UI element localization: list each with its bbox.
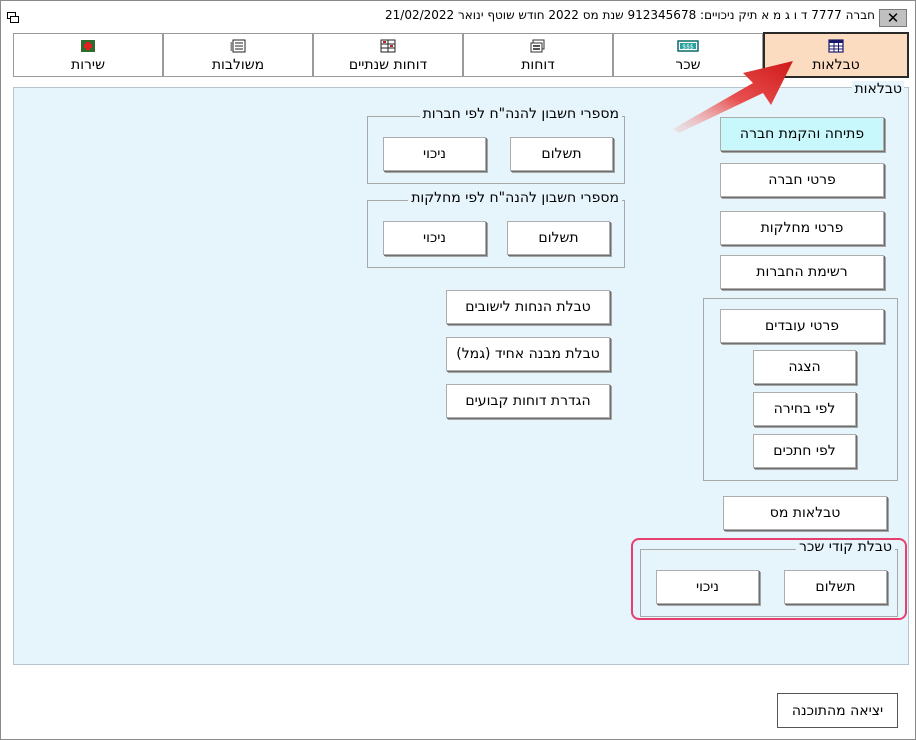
tab-tables-label: טבלאות bbox=[812, 57, 860, 73]
accounts-department-payment-button[interactable]: תשלום bbox=[507, 221, 610, 255]
employee-details-button[interactable]: פרטי עובדים bbox=[720, 309, 884, 343]
tab-reports[interactable]: דוחות bbox=[463, 33, 613, 77]
close-icon: ✕ bbox=[886, 9, 900, 27]
salary-icon: $$$ bbox=[677, 40, 699, 52]
tab-annual-reports-label: דוחות שנתיים bbox=[348, 57, 428, 73]
by-selection-button[interactable]: לפי בחירה bbox=[753, 392, 856, 426]
company-list-button[interactable]: רשימת החברות bbox=[720, 255, 884, 289]
settlement-discounts-button[interactable]: טבלת הנחות לישובים bbox=[446, 290, 610, 324]
panel-title: טבלאות bbox=[852, 81, 904, 97]
by-sections-button[interactable]: לפי חתכים bbox=[753, 434, 856, 468]
display-button[interactable]: הצגה bbox=[753, 350, 856, 384]
tax-tables-button[interactable]: טבלאות מס bbox=[723, 496, 887, 530]
service-icon bbox=[81, 40, 95, 52]
tab-service-label: שירות bbox=[71, 57, 105, 73]
accounts-company-payment-button[interactable]: תשלום bbox=[510, 137, 613, 171]
svg-text:$$$: $$$ bbox=[682, 44, 694, 51]
close-button[interactable]: ✕ bbox=[879, 9, 907, 27]
title-bar: חברה 7777 ד ו ג מ א תיק ניכויים: 9123456… bbox=[1, 1, 915, 31]
red-arrow-annotation bbox=[673, 61, 793, 133]
accounts-by-company-legend: מספרי חשבון להנה"ח לפי חברות bbox=[419, 106, 622, 122]
unified-structure-button[interactable]: טבלת מבנה אחיד (גמל) bbox=[446, 337, 610, 371]
app-icon bbox=[7, 12, 19, 23]
annual-reports-icon bbox=[380, 39, 396, 53]
tab-combined-label: משולבות bbox=[211, 57, 265, 73]
tab-service[interactable]: שירות bbox=[13, 33, 163, 77]
tab-combined[interactable]: משולבות bbox=[163, 33, 313, 77]
tab-reports-label: דוחות bbox=[521, 57, 555, 73]
table-icon bbox=[828, 39, 844, 53]
app-window: חברה 7777 ד ו ג מ א תיק ניכויים: 9123456… bbox=[0, 0, 916, 740]
department-details-button[interactable]: פרטי מחלקות bbox=[720, 211, 884, 245]
tab-annual-reports[interactable]: דוחות שנתיים bbox=[313, 33, 463, 77]
window-title: חברה 7777 ד ו ג מ א תיק ניכויים: 9123456… bbox=[385, 8, 875, 22]
accounts-by-department-legend: מספרי חשבון להנה"ח לפי מחלקות bbox=[408, 190, 622, 206]
accounts-department-deduction-button[interactable]: ניכוי bbox=[383, 221, 486, 255]
exit-button[interactable]: יציאה מהתוכנה bbox=[777, 693, 898, 728]
salary-codes-highlight bbox=[631, 538, 907, 620]
combined-icon bbox=[230, 39, 246, 53]
company-details-button[interactable]: פרטי חברה bbox=[720, 163, 884, 197]
reports-icon bbox=[530, 39, 545, 53]
accounts-company-deduction-button[interactable]: ניכוי bbox=[383, 137, 486, 171]
fixed-reports-button[interactable]: הגדרת דוחות קבועים bbox=[446, 384, 610, 418]
